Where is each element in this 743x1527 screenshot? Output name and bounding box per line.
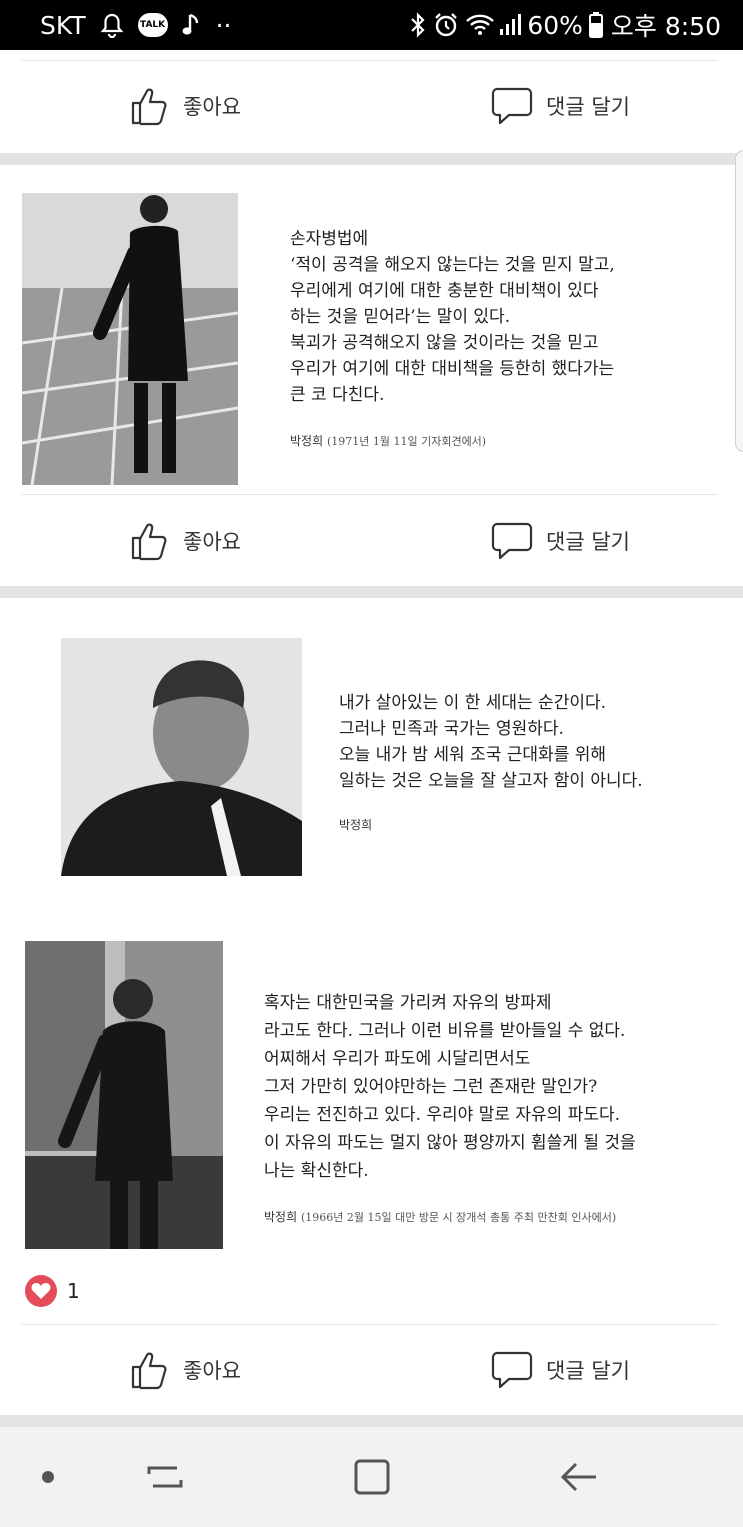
kakaotalk-icon: TALK [137,13,168,37]
dot-icon[interactable] [28,1427,68,1527]
photo-park-standing [25,941,223,1249]
quote-line: 그러나 민족과 국가는 영원하다. [339,719,564,739]
quote-line: 북괴가 공격해오지 않을 것이라는 것을 믿고 [290,333,599,353]
navigation-bar [0,1427,743,1527]
like-button[interactable]: 좋아요 [130,68,241,144]
author-name: 박정희 [264,1210,298,1224]
speech-bubble-icon [491,1350,533,1390]
quote-attribution: 박정희 (1966년 2월 15일 대만 방문 시 장개석 총통 주최 만찬회 … [264,1203,636,1232]
divider [22,494,718,495]
like-label: 좋아요 [183,530,241,554]
source-note: (1966년 2월 15일 대만 방문 시 장개석 총통 주최 만찬회 인사에서… [300,1211,617,1224]
action-row: 좋아요 댓글 달기 [0,503,743,579]
heart-icon [25,1275,57,1307]
action-row: 좋아요 댓글 달기 [0,1332,743,1408]
bell-icon [100,12,124,38]
comment-button[interactable]: 댓글 달기 [491,503,630,579]
quote-line: 어찌해서 우리가 파도에 시달리면서도 [264,1049,531,1069]
like-count: 1 [67,1279,80,1303]
quote-post-1: 손자병법에 ‘적이 공격을 해오지 않는다는 것을 믿지 말고, 우리에게 여기… [290,226,615,455]
thumbs-up-icon [130,1350,170,1390]
battery-percent: 60% [527,10,583,40]
source-note: (1971년 1월 11일 기자회견에서) [326,435,487,448]
carrier-label: SKT [40,10,86,40]
home-icon[interactable] [342,1427,402,1527]
speech-bubble-icon [491,86,533,126]
divider [22,60,718,61]
photo-park-walking [22,193,238,485]
quote-line: 우리가 여기에 대한 대비책을 등한히 했다가는 [290,359,615,379]
quote-attribution: 박정희 (1971년 1월 11일 기자회견에서) [290,428,615,455]
post-card-previous: 좋아요 댓글 달기 [0,50,743,153]
like-label: 좋아요 [183,95,241,119]
quote-line: 라고도 한다. 그러나 이런 비유를 받아들일 수 없다. [264,1021,626,1041]
comment-label: 댓글 달기 [546,530,630,554]
quote-line: 큰 코 다친다. [290,385,385,405]
like-label: 좋아요 [183,1359,241,1383]
signal-icon [499,13,522,37]
author-name: 박정희 [339,818,373,832]
status-dots: ·· [215,10,232,40]
wifi-icon [465,13,495,37]
quote-line: 하는 것을 믿어라’는 말이 있다. [290,307,511,327]
back-icon[interactable] [550,1427,610,1527]
photo-park-portrait [61,638,302,876]
clock-time: 오후 8:50 [610,12,721,41]
quote-line: 우리는 전진하고 있다. 우리야 말로 자유의 파도다. [264,1105,621,1125]
quote-line: 우리에게 여기에 대한 충분한 대비책이 있다 [290,281,599,301]
quote-line: 내가 살아있는 이 한 세대는 순간이다. [339,693,607,713]
quote-post-2a: 내가 살아있는 이 한 세대는 순간이다. 그러나 민족과 국가는 영원하다. … [339,690,643,838]
quote-line: 그저 가만히 있어야만하는 그런 존재란 말인가? [264,1077,598,1097]
speech-bubble-icon [491,521,533,561]
quote-line: 오늘 내가 밤 세워 조국 근대화를 위해 [339,745,607,765]
comment-label: 댓글 달기 [546,1359,630,1383]
author-name: 박정희 [290,434,324,448]
status-bar: SKT TALK ·· 60% 오후 8:50 [0,0,743,50]
comment-button[interactable]: 댓글 달기 [491,1332,630,1408]
quote-line: 일하는 것은 오늘을 잘 살고자 함이 아니다. [339,771,643,791]
quote-line: ‘적이 공격을 해오지 않는다는 것을 믿지 말고, [290,255,615,275]
talk-badge-label: TALK [137,13,168,37]
reaction-summary[interactable]: 1 [25,1275,80,1307]
post-card-1: 손자병법에 ‘적이 공격을 해오지 않는다는 것을 믿지 말고, 우리에게 여기… [0,165,743,586]
bluetooth-icon [409,12,427,38]
quote-line: 손자병법에 [290,229,369,249]
recent-apps-icon[interactable] [135,1427,195,1527]
quote-line: 혹자는 대한민국을 가리켜 자유의 방파제 [264,993,552,1013]
thumbs-up-icon [130,521,170,561]
music-note-icon [182,12,202,38]
alarm-icon [433,12,459,38]
like-button[interactable]: 좋아요 [130,503,241,579]
thumbs-up-icon [130,86,170,126]
scroll-handle[interactable] [735,150,743,452]
comment-label: 댓글 달기 [546,95,630,119]
quote-line: 나는 확신한다. [264,1161,369,1181]
like-button[interactable]: 좋아요 [130,1332,241,1408]
quote-post-2b: 혹자는 대한민국을 가리켜 자유의 방파제 라고도 한다. 그러나 이런 비유를… [264,989,636,1232]
quote-line: 이 자유의 파도는 멀지 않아 평양까지 휩쓸게 될 것을 [264,1133,636,1153]
divider [22,1324,718,1325]
action-row: 좋아요 댓글 달기 [0,68,743,144]
post-card-2: 내가 살아있는 이 한 세대는 순간이다. 그러나 민족과 국가는 영원하다. … [0,598,743,1415]
comment-button[interactable]: 댓글 달기 [491,68,630,144]
battery-icon [588,12,603,38]
